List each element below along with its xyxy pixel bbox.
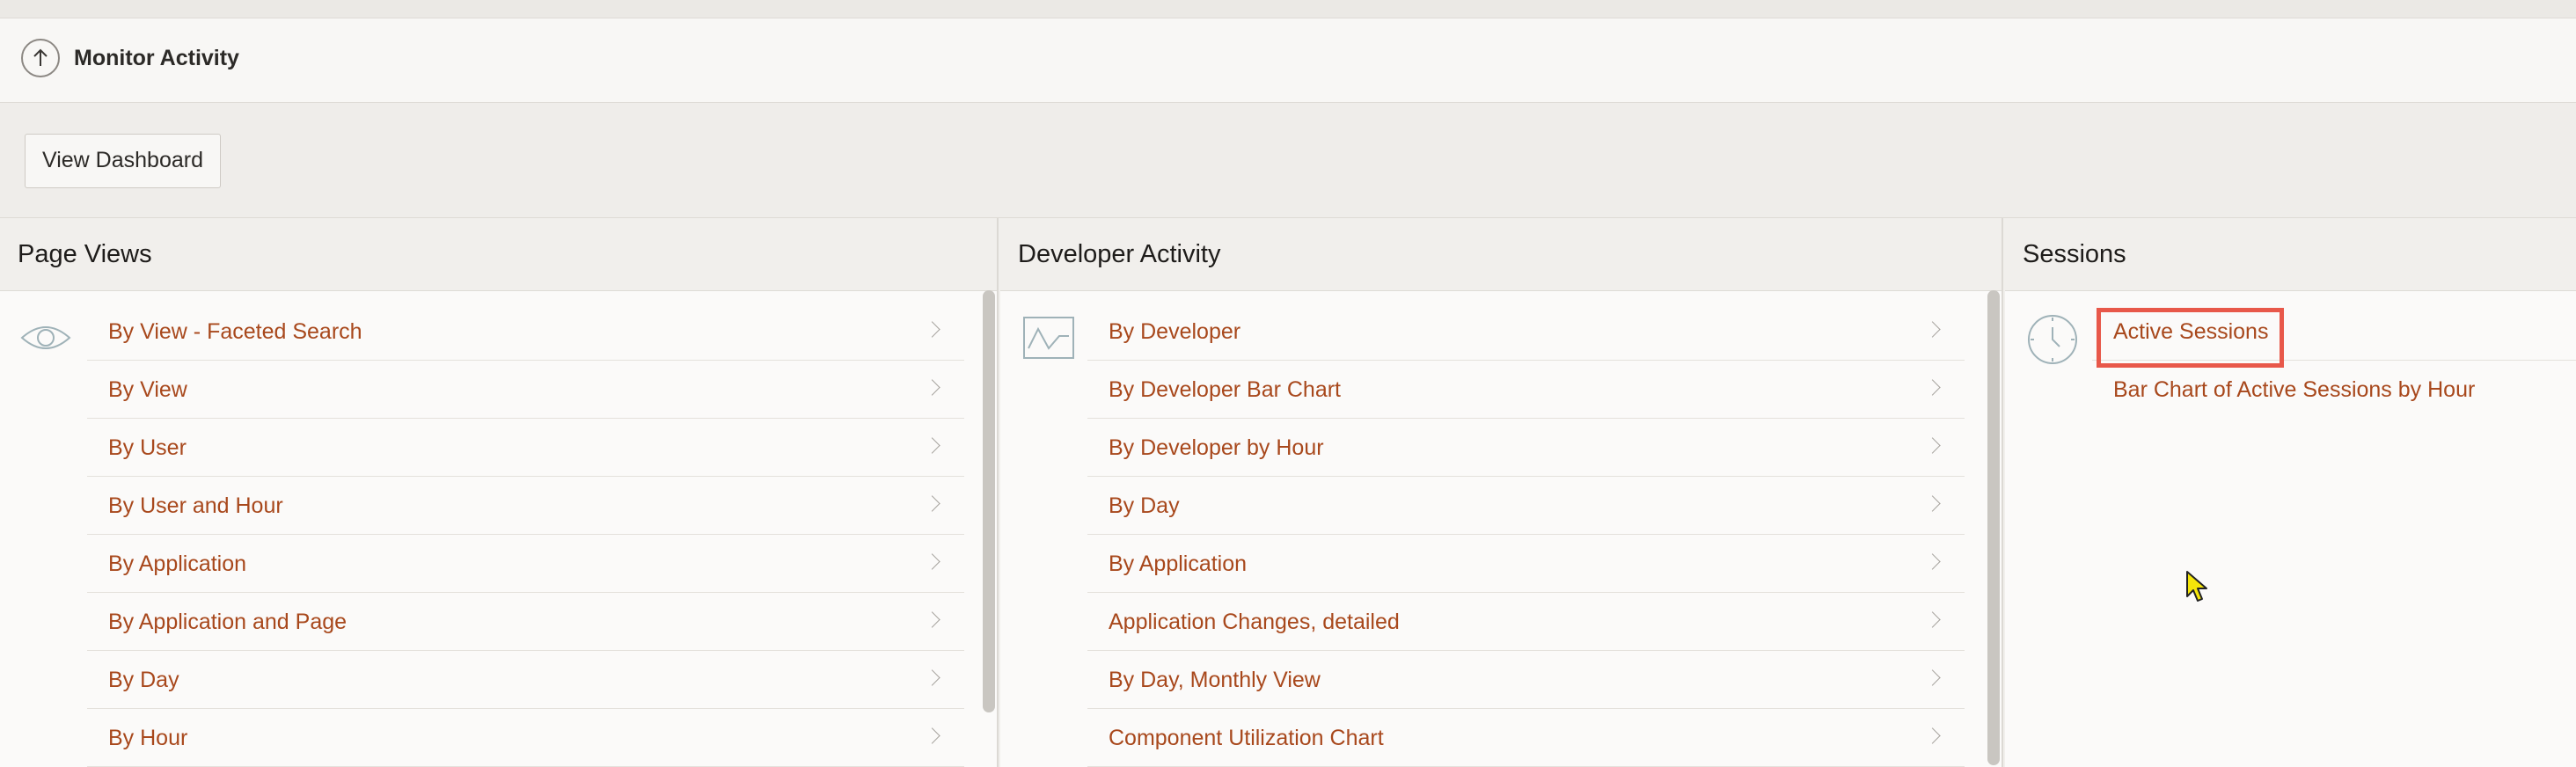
- developer-activity-list: By Developer By Developer Bar Chart By D…: [1087, 303, 1965, 767]
- scrollbar[interactable]: [983, 290, 995, 712]
- list-item[interactable]: By Developer: [1087, 303, 1965, 361]
- list-item[interactable]: By Application: [87, 535, 964, 593]
- item-label[interactable]: Bar Chart of Active Sessions by Hour: [2113, 376, 2475, 403]
- item-label[interactable]: By View: [108, 376, 187, 403]
- activity-chart-icon: [1023, 317, 1074, 363]
- developer-activity-panel: Developer Activity By Developer By Devel…: [1000, 218, 2003, 767]
- list-item[interactable]: By Day: [87, 651, 964, 709]
- list-item[interactable]: By Application: [1087, 535, 1965, 593]
- list-item[interactable]: Application Changes, detailed: [1087, 593, 1965, 651]
- panel-header: Page Views: [0, 218, 997, 291]
- mouse-cursor-icon: [2185, 570, 2210, 610]
- clock-icon: [2026, 313, 2079, 370]
- chevron-right-icon: [1924, 611, 1941, 628]
- page-views-panel: Page Views By View - Faceted Search By V…: [0, 218, 999, 767]
- item-label[interactable]: By View - Faceted Search: [108, 318, 362, 345]
- page-views-list: By View - Faceted Search By View By User…: [87, 303, 964, 767]
- item-label[interactable]: By User: [108, 435, 187, 461]
- list-item[interactable]: By Hour: [87, 709, 964, 767]
- chevron-right-icon: [1924, 669, 1941, 686]
- list-item[interactable]: By Developer by Hour: [1087, 419, 1965, 477]
- list-item[interactable]: By Day, Monthly View: [1087, 651, 1965, 709]
- page-title: Monitor Activity: [74, 46, 239, 70]
- item-label[interactable]: By Hour: [108, 725, 187, 751]
- item-label[interactable]: By Application: [1109, 551, 1247, 577]
- item-label[interactable]: By Developer by Hour: [1109, 435, 1324, 461]
- view-dashboard-button[interactable]: View Dashboard: [25, 134, 221, 188]
- chevron-right-icon: [1924, 321, 1941, 338]
- top-strip: [0, 0, 2576, 18]
- panel-title: Sessions: [2023, 240, 2126, 268]
- item-label[interactable]: By Developer Bar Chart: [1109, 376, 1341, 403]
- chevron-right-icon: [1924, 495, 1941, 512]
- item-label[interactable]: By Day: [108, 667, 179, 693]
- sessions-panel: Sessions Active Sessions Bar Chart of Ac…: [2005, 218, 2576, 767]
- item-label[interactable]: Application Changes, detailed: [1109, 609, 1400, 635]
- panel-header: Sessions: [2005, 218, 2576, 291]
- highlight-box: [2097, 308, 2284, 368]
- item-label[interactable]: By Developer: [1109, 318, 1240, 345]
- button-bar: View Dashboard: [0, 103, 2576, 218]
- panel-title: Developer Activity: [1018, 240, 1221, 268]
- chevron-right-icon: [924, 611, 940, 628]
- panel-title: Page Views: [18, 240, 152, 268]
- item-label[interactable]: By Day, Monthly View: [1109, 667, 1321, 693]
- list-item[interactable]: By User and Hour: [87, 477, 964, 535]
- chevron-right-icon: [1924, 727, 1941, 744]
- chevron-right-icon: [1924, 437, 1941, 454]
- item-label[interactable]: By Application and Page: [108, 609, 347, 635]
- chevron-right-icon: [924, 437, 940, 454]
- list-item[interactable]: By Developer Bar Chart: [1087, 361, 1965, 419]
- scrollbar[interactable]: [1987, 290, 2000, 765]
- chevron-right-icon: [924, 379, 940, 396]
- chevron-right-icon: [924, 669, 940, 686]
- item-label[interactable]: By User and Hour: [108, 493, 283, 519]
- list-item[interactable]: Bar Chart of Active Sessions by Hour: [2092, 361, 2576, 419]
- arrow-up-circle-icon[interactable]: [21, 39, 60, 77]
- list-item[interactable]: Component Utilization Chart: [1087, 709, 1965, 767]
- list-item[interactable]: By User: [87, 419, 964, 477]
- eye-icon: [19, 320, 72, 360]
- panel-header: Developer Activity: [1000, 218, 2002, 291]
- item-label[interactable]: By Application: [108, 551, 246, 577]
- page-header: Monitor Activity: [0, 18, 2576, 103]
- chevron-right-icon: [924, 321, 940, 338]
- item-label[interactable]: By Day: [1109, 493, 1180, 519]
- list-item[interactable]: By Day: [1087, 477, 1965, 535]
- list-item[interactable]: By View - Faceted Search: [87, 303, 964, 361]
- list-item[interactable]: By Application and Page: [87, 593, 964, 651]
- list-item[interactable]: By View: [87, 361, 964, 419]
- item-label[interactable]: Component Utilization Chart: [1109, 725, 1384, 751]
- chevron-right-icon: [924, 727, 940, 744]
- chevron-right-icon: [924, 495, 940, 512]
- chevron-right-icon: [924, 553, 940, 570]
- chevron-right-icon: [1924, 553, 1941, 570]
- chevron-right-icon: [1924, 379, 1941, 396]
